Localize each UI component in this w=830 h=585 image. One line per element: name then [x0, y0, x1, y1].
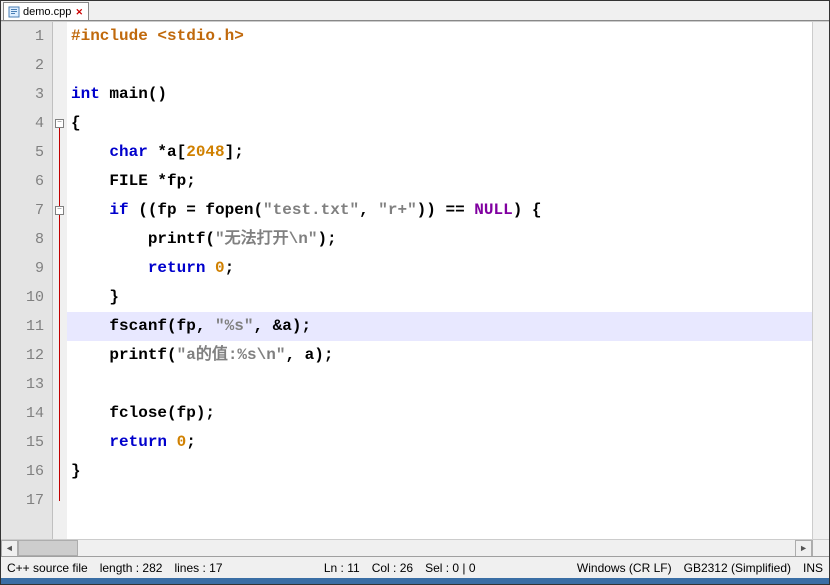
status-col: Col : 26 — [366, 561, 419, 575]
code-line[interactable]: } — [67, 283, 812, 312]
line-number: 13 — [1, 370, 44, 399]
file-icon — [8, 6, 20, 18]
code-line[interactable]: printf("a的值:%s\n", a); — [67, 341, 812, 370]
line-number: 6 — [1, 167, 44, 196]
line-number-gutter: 1234567891011121314151617 — [1, 22, 53, 539]
status-mode: INS — [797, 561, 829, 575]
code-line[interactable]: } — [67, 457, 812, 486]
line-number: 2 — [1, 51, 44, 80]
line-number: 15 — [1, 428, 44, 457]
close-icon[interactable]: ✕ — [74, 7, 84, 17]
code-line[interactable]: { — [67, 109, 812, 138]
line-number: 7 — [1, 196, 44, 225]
status-ln: Ln : 11 — [318, 561, 366, 575]
status-encoding: GB2312 (Simplified) — [678, 561, 797, 575]
line-number: 5 — [1, 138, 44, 167]
status-bar: C++ source file length : 282 lines : 17 … — [1, 556, 829, 578]
fold-toggle-icon[interactable]: − — [55, 119, 64, 128]
code-line[interactable]: printf("无法打开\n"); — [67, 225, 812, 254]
code-line[interactable]: return 0; — [67, 428, 812, 457]
file-tab[interactable]: demo.cpp ✕ — [3, 2, 89, 20]
scroll-track[interactable] — [78, 540, 795, 556]
status-length: length : 282 — [94, 561, 169, 575]
scroll-left-arrow-icon[interactable]: ◄ — [1, 540, 18, 557]
line-number: 8 — [1, 225, 44, 254]
horizontal-scrollbar[interactable]: ◄ ► — [1, 539, 829, 556]
scroll-thumb[interactable] — [18, 540, 78, 556]
status-sel: Sel : 0 | 0 — [419, 561, 482, 575]
line-number: 4 — [1, 109, 44, 138]
vertical-scrollbar[interactable] — [812, 22, 829, 539]
code-line[interactable] — [67, 486, 812, 515]
window-border-bottom — [1, 578, 829, 584]
line-number: 12 — [1, 341, 44, 370]
code-line[interactable] — [67, 51, 812, 80]
line-number: 9 — [1, 254, 44, 283]
line-number: 14 — [1, 399, 44, 428]
fold-column: −− — [53, 22, 67, 539]
code-line[interactable]: char *a[2048]; — [67, 138, 812, 167]
fold-toggle-icon[interactable]: − — [55, 206, 64, 215]
scroll-right-arrow-icon[interactable]: ► — [795, 540, 812, 557]
line-number: 1 — [1, 22, 44, 51]
tab-filename: demo.cpp — [23, 6, 71, 18]
code-line[interactable]: FILE *fp; — [67, 167, 812, 196]
editor: 1234567891011121314151617 −− #include <s… — [1, 21, 829, 539]
line-number: 11 — [1, 312, 44, 341]
line-number: 16 — [1, 457, 44, 486]
status-lang: C++ source file — [1, 561, 94, 575]
code-line[interactable]: return 0; — [67, 254, 812, 283]
code-area[interactable]: #include <stdio.h> int main(){ char *a[20… — [67, 22, 812, 539]
line-number: 10 — [1, 283, 44, 312]
code-line[interactable] — [67, 370, 812, 399]
status-lines: lines : 17 — [168, 561, 228, 575]
code-line[interactable]: int main() — [67, 80, 812, 109]
code-line[interactable]: #include <stdio.h> — [67, 22, 812, 51]
status-eol: Windows (CR LF) — [571, 561, 678, 575]
line-number: 17 — [1, 486, 44, 515]
code-line[interactable]: fclose(fp); — [67, 399, 812, 428]
tab-bar: demo.cpp ✕ — [1, 1, 829, 21]
code-line[interactable]: fscanf(fp, "%s", &a); — [67, 312, 812, 341]
code-line[interactable]: if ((fp = fopen("test.txt", "r+")) == NU… — [67, 196, 812, 225]
line-number: 3 — [1, 80, 44, 109]
scroll-corner — [812, 540, 829, 556]
